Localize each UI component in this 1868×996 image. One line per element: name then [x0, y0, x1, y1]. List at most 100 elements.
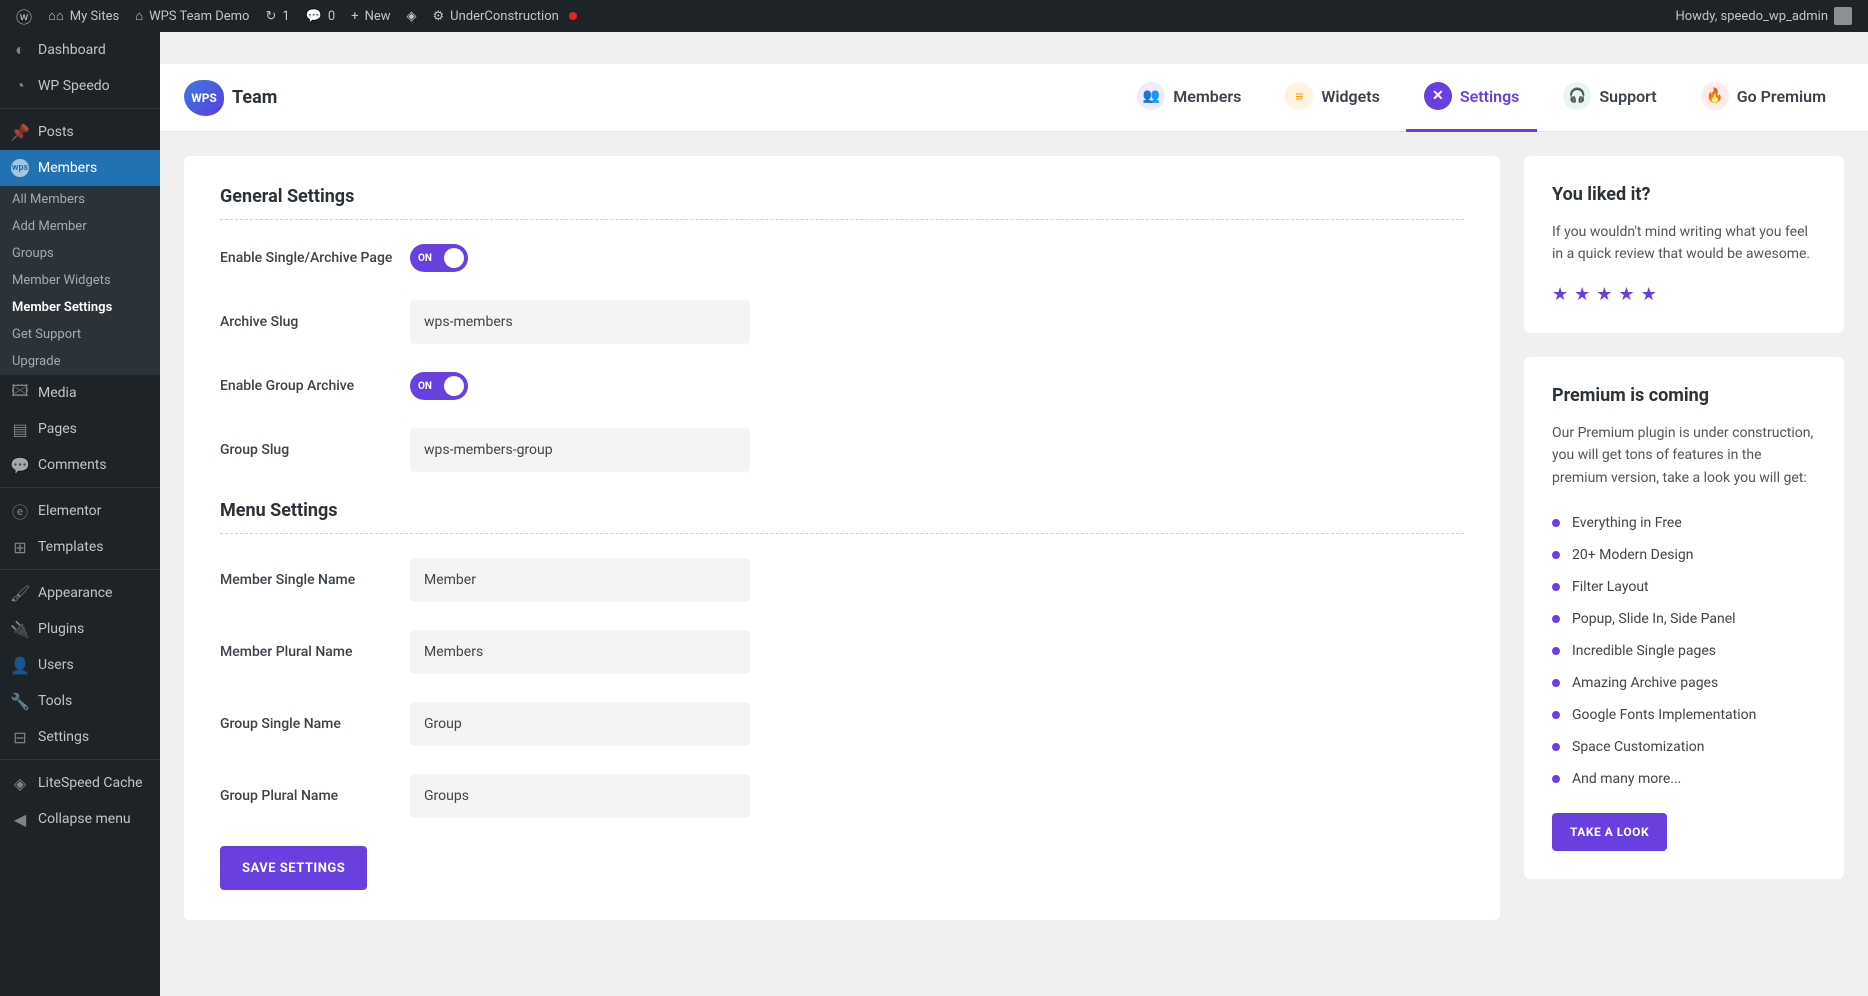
- menu-tools[interactable]: 🔧Tools: [0, 683, 160, 719]
- star-icon: ★: [1596, 284, 1612, 305]
- input-archive-slug[interactable]: [410, 300, 750, 344]
- comment-icon: 💬: [306, 9, 322, 24]
- toggle-knob: [444, 248, 464, 268]
- elementor-icon: ◈: [407, 9, 417, 24]
- toggle-enable-single[interactable]: ON: [410, 244, 468, 272]
- menu-plugins[interactable]: 🔌Plugins: [0, 611, 160, 647]
- save-settings-button[interactable]: SAVE SETTINGS: [220, 846, 367, 890]
- collapse-menu[interactable]: ◀Collapse menu: [0, 801, 160, 837]
- submenu-upgrade[interactable]: Upgrade: [0, 348, 160, 375]
- under-construction[interactable]: ⚙UnderConstruction: [425, 0, 585, 32]
- menu-settings[interactable]: ⊟Settings: [0, 719, 160, 755]
- menu-elementor[interactable]: ⓔElementor: [0, 493, 160, 529]
- dashboard-icon: ◐: [10, 40, 30, 60]
- wordpress-icon: ⓦ: [16, 4, 32, 28]
- feature-item: Google Fonts Implementation: [1552, 699, 1816, 731]
- input-member-plural[interactable]: [410, 630, 750, 674]
- nav-premium[interactable]: 🔥Go Premium: [1683, 64, 1844, 132]
- gear-icon: ⚙: [433, 9, 445, 24]
- media-icon: 🖾: [10, 383, 30, 403]
- support-nav-icon: 🎧: [1563, 82, 1591, 110]
- menu-pages[interactable]: ▤Pages: [0, 411, 160, 447]
- submenu-get-support[interactable]: Get Support: [0, 321, 160, 348]
- plus-icon: +: [351, 9, 358, 24]
- widgets-nav-icon: ≡: [1285, 82, 1313, 110]
- avatar: [1834, 7, 1852, 25]
- plugin-nav: 👥Members ≡Widgets ✕Settings 🎧Support 🔥Go…: [1119, 64, 1844, 132]
- submenu-member-widgets[interactable]: Member Widgets: [0, 267, 160, 294]
- divider: [220, 219, 1464, 220]
- site-name[interactable]: ⌂WPS Team Demo: [127, 0, 257, 32]
- star-rating[interactable]: ★ ★ ★ ★ ★: [1552, 284, 1816, 305]
- nav-support[interactable]: 🎧Support: [1545, 64, 1674, 132]
- submenu-member-settings[interactable]: Member Settings: [0, 294, 160, 321]
- label-group-plural: Group Plural Name: [220, 788, 410, 804]
- plugin-brand: WPS Team: [184, 80, 277, 116]
- input-member-single[interactable]: [410, 558, 750, 602]
- menu-users[interactable]: 👤Users: [0, 647, 160, 683]
- plug-icon: 🔌: [10, 619, 30, 639]
- update-icon: ↻: [265, 9, 276, 24]
- status-dot: [569, 12, 577, 20]
- wp-logo[interactable]: ⓦ: [8, 0, 40, 32]
- nav-members[interactable]: 👥Members: [1119, 64, 1259, 132]
- feature-item: Filter Layout: [1552, 571, 1816, 603]
- pages-icon: ▤: [10, 419, 30, 439]
- brand-badge-icon: WPS: [184, 80, 224, 116]
- toggle-knob: [444, 376, 464, 396]
- menu-appearance[interactable]: 🖌Appearance: [0, 575, 160, 611]
- menu-members[interactable]: wpsMembers: [0, 150, 160, 186]
- label-archive-slug: Archive Slug: [220, 314, 410, 330]
- home-icon: ⌂: [135, 8, 143, 24]
- my-sites[interactable]: ⌂⌂My Sites: [40, 0, 127, 32]
- menu-media[interactable]: 🖾Media: [0, 375, 160, 411]
- premium-feature-list: Everything in Free 20+ Modern Design Fil…: [1552, 507, 1816, 795]
- menu-comments[interactable]: 💬Comments: [0, 447, 160, 483]
- label-enable-single: Enable Single/Archive Page: [220, 250, 410, 266]
- menu-templates[interactable]: ⊞Templates: [0, 529, 160, 565]
- premium-text: Our Premium plugin is under construction…: [1552, 422, 1816, 489]
- menu-wpspeedo[interactable]: ◔WP Speedo: [0, 68, 160, 104]
- submenu-all-members[interactable]: All Members: [0, 186, 160, 213]
- menu-posts[interactable]: 📌Posts: [0, 114, 160, 150]
- settings-panel: General Settings Enable Single/Archive P…: [184, 156, 1500, 920]
- speedo-icon: ◔: [10, 76, 30, 96]
- divider: [220, 533, 1464, 534]
- feature-item: Space Customization: [1552, 731, 1816, 763]
- content-area: WPS Team 👥Members ≡Widgets ✕Settings 🎧Su…: [160, 64, 1868, 944]
- input-group-slug[interactable]: [410, 428, 750, 472]
- submenu-groups[interactable]: Groups: [0, 240, 160, 267]
- templates-icon: ⊞: [10, 537, 30, 557]
- comments-icon: 💬: [10, 455, 30, 475]
- label-member-plural: Member Plural Name: [220, 644, 410, 660]
- input-group-plural[interactable]: [410, 774, 750, 818]
- star-icon: ★: [1552, 284, 1568, 305]
- input-group-single[interactable]: [410, 702, 750, 746]
- wrench-icon: 🔧: [10, 691, 30, 711]
- user-icon: 👤: [10, 655, 30, 675]
- nav-widgets[interactable]: ≡Widgets: [1267, 64, 1398, 132]
- user-greeting[interactable]: Howdy, speedo_wp_admin: [1667, 0, 1860, 32]
- new-content[interactable]: +New: [343, 0, 398, 32]
- brand-text: Team: [232, 87, 277, 108]
- liked-text: If you wouldn't mind writing what you fe…: [1552, 221, 1816, 266]
- take-a-look-button[interactable]: TAKE A LOOK: [1552, 813, 1667, 851]
- liked-title: You liked it?: [1552, 184, 1816, 205]
- menu-dashboard[interactable]: ◐Dashboard: [0, 32, 160, 68]
- updates[interactable]: ↻1: [257, 0, 297, 32]
- toggle-enable-group[interactable]: ON: [410, 372, 468, 400]
- elementor-bar[interactable]: ◈: [399, 0, 425, 32]
- submenu-members: All Members Add Member Groups Member Wid…: [0, 186, 160, 375]
- menu-settings-title: Menu Settings: [220, 500, 1464, 521]
- comments-bubble[interactable]: 💬0: [298, 0, 344, 32]
- menu-litespeed[interactable]: ◈LiteSpeed Cache: [0, 765, 160, 801]
- settings-nav-icon: ✕: [1424, 82, 1452, 110]
- premium-nav-icon: 🔥: [1701, 82, 1729, 110]
- nav-settings[interactable]: ✕Settings: [1406, 64, 1538, 132]
- label-group-slug: Group Slug: [220, 442, 410, 458]
- premium-card: Premium is coming Our Premium plugin is …: [1524, 357, 1844, 879]
- elementor-menu-icon: ⓔ: [10, 501, 30, 521]
- feature-item: Incredible Single pages: [1552, 635, 1816, 667]
- submenu-add-member[interactable]: Add Member: [0, 213, 160, 240]
- label-enable-group: Enable Group Archive: [220, 378, 410, 394]
